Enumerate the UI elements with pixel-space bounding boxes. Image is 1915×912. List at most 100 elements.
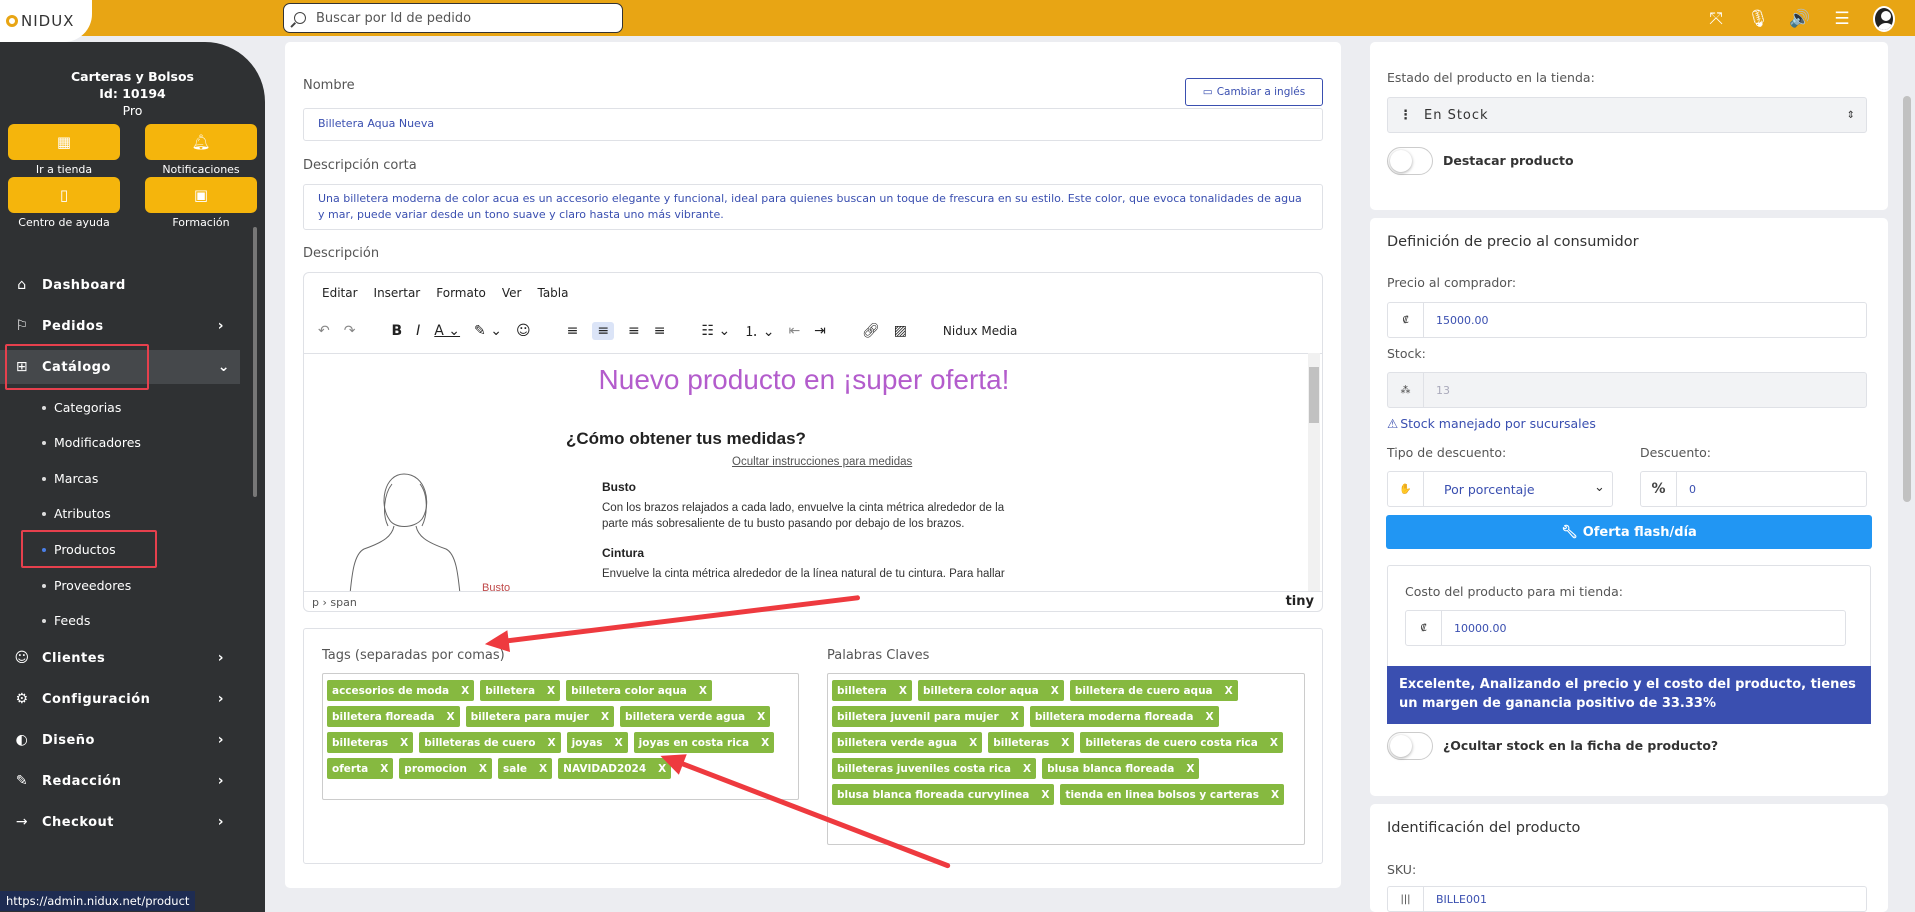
sub-item-modificadores[interactable]: Modificadores [42,435,141,450]
store-id: Id: 10194 [99,86,166,101]
nav-dashboard[interactable]: ⌂ Dashboard [12,268,234,302]
tiny-brand: tiny [1285,594,1314,609]
remove-tag-icon[interactable]: X [899,685,907,697]
remove-tag-icon[interactable]: X [1186,763,1194,775]
cost-input[interactable]: ₡ 10000.00 [1405,610,1846,646]
menu-insertar[interactable]: Insertar [374,286,421,300]
redo-icon[interactable]: ↷ [344,323,356,339]
nav-checkout[interactable]: → Checkout › [12,805,234,839]
remove-tag-icon[interactable]: X [547,685,555,697]
italic-icon[interactable]: I [416,323,420,339]
quick-link-notifications[interactable]: 🔔︎ Notificaciones [145,124,257,176]
menu-ver[interactable]: Ver [502,286,522,300]
sidebar-scrollbar[interactable] [253,227,257,497]
sku-input[interactable]: ||| BILLE001 [1387,886,1867,912]
remove-tag-icon[interactable]: X [1051,685,1059,697]
microphone-icon[interactable]: 🎙 [1747,9,1769,29]
feature-toggle[interactable] [1387,147,1433,175]
quick-link-store[interactable]: ▦ Ir a tienda [8,124,120,176]
volume-icon[interactable]: 🔊 [1789,9,1811,29]
text-color-icon[interactable]: A ⌄ [434,323,460,339]
sub-item-categorias[interactable]: Categorias [42,400,121,415]
keywords-input[interactable]: billetera Xbilletera color aqua Xbilletera… [827,673,1305,845]
search-bar[interactable]: Buscar por Id de pedido [283,3,623,33]
remove-tag-icon[interactable]: X [1041,789,1049,801]
user-avatar[interactable] [1873,6,1895,32]
change-language-button[interactable]: ▭ Cambiar a inglés [1185,78,1323,106]
remove-tag-icon[interactable]: X [1023,763,1031,775]
compress-icon[interactable]: ⤧ [1705,9,1727,29]
menu-formato[interactable]: Formato [436,286,486,300]
menu-editar[interactable]: Editar [322,286,358,300]
currency-symbol: ₡ [1406,611,1442,645]
remove-tag-icon[interactable]: X [400,737,408,749]
sub-item-marcas[interactable]: Marcas [42,471,98,486]
remove-tag-icon[interactable]: X [601,711,609,723]
search-input[interactable]: Buscar por Id de pedido [316,11,471,26]
remove-tag-icon[interactable]: X [380,763,388,775]
remove-tag-icon[interactable]: X [761,737,769,749]
sub-item-proveedores[interactable]: Proveedores [42,578,131,593]
emoji-icon[interactable]: ☺ [516,323,531,339]
remove-tag-icon[interactable]: X [479,763,487,775]
numbered-list-icon[interactable]: ⒈ ⌄ [744,321,774,341]
editor-content[interactable]: Nuevo producto en ¡super oferta! ¿Cómo o… [304,353,1322,591]
pen-icon: ✎ [15,773,29,789]
flash-offer-button[interactable]: 🔧︎ Oferta flash/día [1386,515,1872,549]
settings-sliders-icon[interactable]: ☰ [1831,9,1853,29]
discount-type-select[interactable]: ✋ Por porcentaje [1387,471,1613,507]
align-right-icon[interactable]: ≡ [628,323,640,339]
hide-instructions-link[interactable]: Ocultar instrucciones para medidas [732,456,912,468]
discount-label: Descuento: [1640,445,1711,460]
outdent-icon[interactable]: ⇤ [788,323,800,339]
remove-tag-icon[interactable]: X [1061,737,1069,749]
remove-tag-icon[interactable]: X [969,737,977,749]
remove-tag-icon[interactable]: X [461,685,469,697]
menu-tabla[interactable]: Tabla [537,286,568,300]
name-input[interactable]: Billetera Aqua Nueva [303,108,1323,141]
nidux-media-button[interactable]: Nidux Media [943,324,1018,338]
bullet-list-icon[interactable]: ☷ ⌄ [702,323,731,339]
nav-diseno[interactable]: ◐ Diseño › [12,723,234,757]
align-center-icon[interactable]: ≡ [592,322,615,340]
buyer-price-input[interactable]: ₡ 15000.00 [1387,302,1867,338]
nav-configuracion[interactable]: ⚙ Configuración › [12,682,234,716]
remove-tag-icon[interactable]: X [757,711,765,723]
undo-icon[interactable]: ↶ [318,323,330,339]
image-icon[interactable]: ▨ [894,323,907,339]
sub-item-atributos[interactable]: Atributos [42,506,111,521]
nav-clientes[interactable]: ☺ Clientes › [12,641,234,675]
sub-item-feeds[interactable]: Feeds [42,613,90,628]
highlight-icon[interactable]: ✎ ⌄ [474,323,502,339]
align-left-icon[interactable]: ≡ [567,323,579,339]
justify-icon[interactable]: ≡ [654,323,666,339]
link-icon[interactable]: 🔗︎ [862,323,880,339]
remove-tag-icon[interactable]: X [1205,711,1213,723]
logo[interactable]: NIDUX [0,0,92,42]
remove-tag-icon[interactable]: X [1225,685,1233,697]
highlight-catalogo [5,344,149,390]
hide-stock-toggle[interactable] [1387,732,1433,760]
remove-tag-icon[interactable]: X [446,711,454,723]
status-select[interactable]: ⋮ En Stock ⇕ [1387,97,1867,133]
page-scrollbar[interactable] [1903,96,1911,502]
quick-link-help[interactable]: ▯ Centro de ayuda [8,177,120,229]
indent-icon[interactable]: ⇥ [814,323,826,339]
editor-scrollbar[interactable] [1308,353,1320,591]
remove-tag-icon[interactable]: X [1271,789,1279,801]
remove-tag-icon[interactable]: X [539,763,547,775]
remove-tag-icon[interactable]: X [615,737,623,749]
bold-icon[interactable]: B [391,323,402,339]
remove-tag-icon[interactable]: X [547,737,555,749]
discount-input[interactable]: % 0 [1640,471,1867,507]
remove-tag-icon[interactable]: X [699,685,707,697]
remove-tag-icon[interactable]: X [1011,711,1019,723]
nav-redaccion[interactable]: ✎ Redacción › [12,764,234,798]
quick-link-training[interactable]: ▣ Formación [145,177,257,229]
short-desc-textarea[interactable]: Una billetera moderna de color acua es u… [303,184,1323,230]
cost-value: 10000.00 [1454,621,1507,635]
nav-pedidos[interactable]: ⚐ Pedidos › [12,309,234,343]
stock-branches-link[interactable]: ⚠ Stock manejado por sucursales [1387,416,1596,431]
remove-tag-icon[interactable]: X [1270,737,1278,749]
editor-scroll-thumb[interactable] [1309,367,1319,423]
